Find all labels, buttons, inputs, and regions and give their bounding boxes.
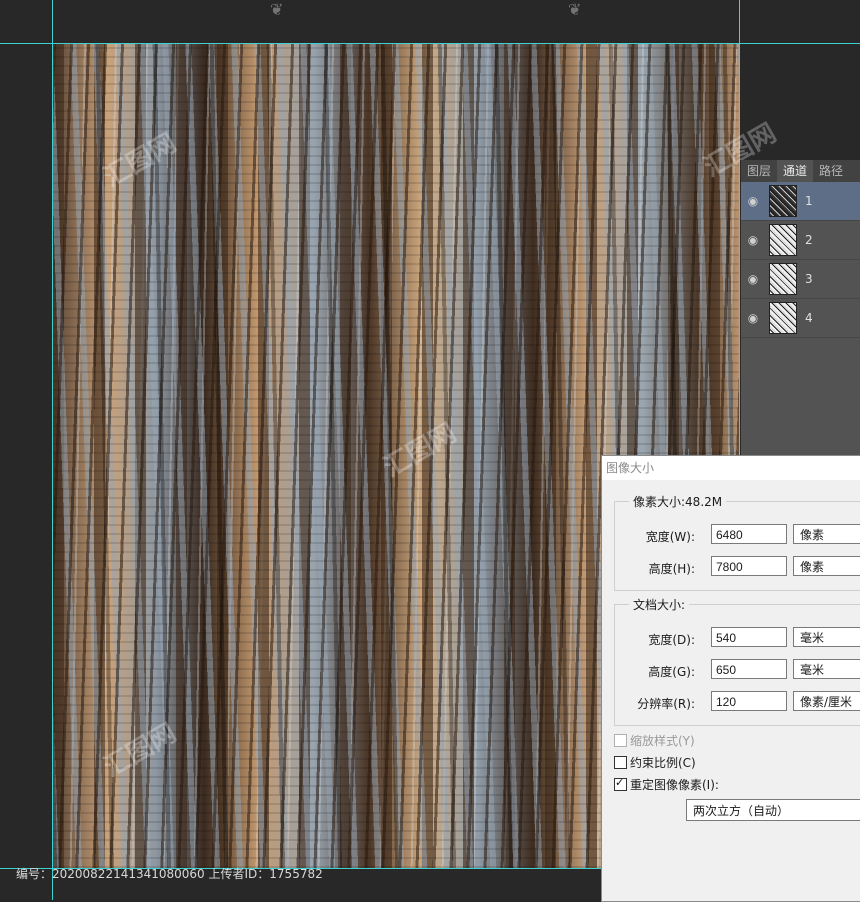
doc-height-input[interactable]: 650 <box>711 659 787 679</box>
visibility-eye-icon[interactable]: ◉ <box>741 272 765 286</box>
pixel-width-label: 宽度(W): <box>645 530 695 544</box>
pixel-width-unit-select[interactable]: 像素 ⌵ <box>793 524 860 544</box>
channel-name: 3 <box>805 272 813 286</box>
pixel-width-input[interactable]: 6480 <box>711 524 787 544</box>
scale-styles-checkbox: 缩放样式(Y) <box>614 731 695 749</box>
doc-width-row: 宽度(D): 540 毫米 <box>615 627 860 651</box>
channel-row[interactable]: ◉ 1 <box>741 182 860 221</box>
doc-height-row: 高度(G): 650 毫米 <box>615 659 860 683</box>
resolution-row: 分辨率(R): 120 像素/厘米 <box>615 691 860 715</box>
checkbox-box[interactable] <box>614 776 627 791</box>
tab-layers[interactable]: 图层 <box>741 160 777 182</box>
scale-styles-label: 缩放样式(Y) <box>630 733 695 748</box>
doc-height-unit-select[interactable]: 毫米 <box>793 659 860 679</box>
pixel-height-input[interactable]: 7800 <box>711 556 787 576</box>
pixel-width-row: 宽度(W): 6480 像素 ⌵ <box>615 524 860 548</box>
checkbox-box <box>614 733 627 747</box>
pixel-height-unit: 像素 <box>800 560 825 574</box>
visibility-eye-icon[interactable]: ◉ <box>741 233 765 247</box>
resample-label: 重定图像像素(I): <box>630 777 719 792</box>
doc-width-label: 宽度(D): <box>648 633 695 647</box>
channel-row[interactable]: ◉ 4 <box>741 299 860 338</box>
resample-checkbox[interactable]: 重定图像像素(I): <box>614 775 719 793</box>
watermark-logo-icon: ❦ <box>568 0 582 19</box>
constrain-proportions-checkbox[interactable]: 约束比例(C) <box>614 753 696 771</box>
tab-paths[interactable]: 路径 <box>813 160 849 182</box>
visibility-eye-icon[interactable]: ◉ <box>741 194 765 208</box>
channel-thumbnail <box>769 185 797 217</box>
image-id-footer: 编号：20200822141341080060 上传者ID：1755782 <box>16 867 323 881</box>
guide-line <box>52 0 53 900</box>
tab-channels[interactable]: 通道 <box>777 160 814 182</box>
resolution-label: 分辨率(R): <box>637 697 695 711</box>
guide-line <box>0 43 860 44</box>
doc-height-label: 高度(G): <box>648 665 695 679</box>
doc-width-unit-select[interactable]: 毫米 <box>793 627 860 647</box>
doc-width-input[interactable]: 540 <box>711 627 787 647</box>
document-size-legend: 文档大小: <box>629 596 690 613</box>
channel-name: 1 <box>805 194 813 208</box>
constrain-proportions-label: 约束比例(C) <box>630 755 696 770</box>
channel-name: 4 <box>805 311 813 325</box>
channel-row[interactable]: ◉ 2 <box>741 221 860 260</box>
image-size-dialog: 图像大小 像素大小:48.2M 宽度(W): 6480 像素 ⌵ 高度(H): … <box>601 455 860 902</box>
watermark-logo-icon: ❦ <box>270 0 284 19</box>
channel-thumbnail <box>769 224 797 256</box>
channel-thumbnail <box>769 263 797 295</box>
pixel-height-row: 高度(H): 7800 像素 ⌵ <box>615 556 860 580</box>
pixel-height-label: 高度(H): <box>648 562 695 576</box>
pixel-width-unit: 像素 <box>800 528 825 542</box>
channel-row[interactable]: ◉ 3 <box>741 260 860 299</box>
resolution-unit-select[interactable]: 像素/厘米 <box>793 691 860 711</box>
checkbox-box[interactable] <box>614 755 627 769</box>
channels-panel: 图层 通道 路径 ◉ 1 ◉ 2 ◉ 3 ◉ 4 <box>740 160 860 460</box>
dialog-title: 图像大小 <box>602 456 860 480</box>
channel-thumbnail <box>769 302 797 334</box>
panel-tabs: 图层 通道 路径 <box>741 160 860 182</box>
resolution-input[interactable]: 120 <box>711 691 787 711</box>
document-size-group: 文档大小: 宽度(D): 540 毫米 高度(G): 650 毫米 分辨率(R)… <box>614 596 860 726</box>
visibility-eye-icon[interactable]: ◉ <box>741 311 765 325</box>
pixel-size-group: 像素大小:48.2M 宽度(W): 6480 像素 ⌵ 高度(H): 7800 … <box>614 493 860 591</box>
resample-method-select[interactable]: 两次立方（自动） <box>686 799 860 821</box>
pixel-size-legend: 像素大小:48.2M <box>629 493 727 510</box>
pixel-height-unit-select[interactable]: 像素 ⌵ <box>793 556 860 576</box>
channel-name: 2 <box>805 233 813 247</box>
